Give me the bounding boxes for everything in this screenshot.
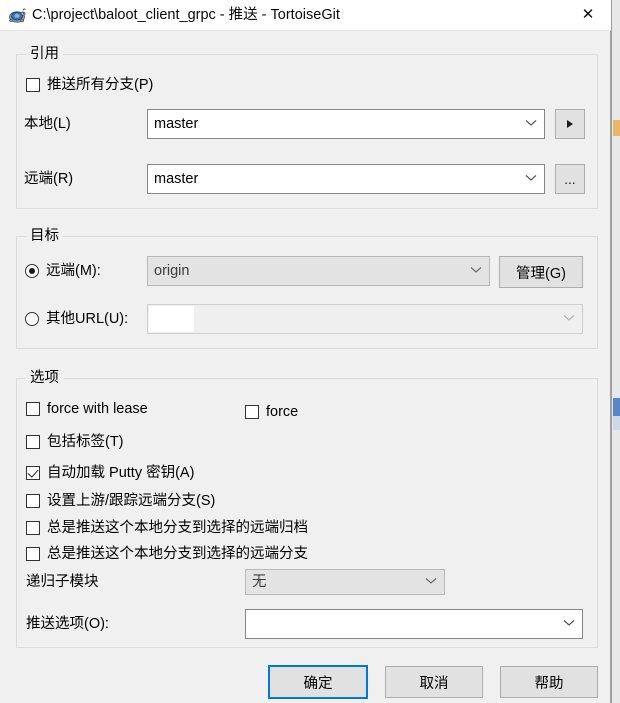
remote-branch-browse-button[interactable]: ... [555,164,585,194]
tortoisegit-turtle-icon [8,6,26,24]
always-push-to-branch-label: 总是推送这个本地分支到选择的远端分支 [47,546,308,562]
always-push-to-archive-checkbox-box [26,521,40,535]
remote-branch-label: 远端(R) [24,171,74,187]
background-sliver-3 [613,416,620,430]
help-button-label: 帮助 [534,675,564,692]
titlebar-divider [0,30,611,31]
chevron-down-icon [463,265,489,277]
remote-branch-value: master [154,171,199,187]
destination-remote-combo[interactable]: origin [147,256,490,286]
always-push-to-branch-checkbox-box [26,547,40,561]
chevron-down-icon [556,313,582,325]
close-icon[interactable]: ✕ [565,0,611,30]
force-checkbox[interactable]: force [245,403,298,421]
background-sliver-2 [613,398,620,416]
background-sliver-1 [613,120,620,136]
push-options-label: 推送选项(O): [26,616,109,632]
push-options-combo[interactable] [245,609,583,639]
autoload-putty-key-checkbox-box [26,466,40,480]
destination-remote-radio[interactable]: 远端(M): [25,262,101,280]
chevron-down-icon [418,576,444,588]
recurse-submodules-label: 递归子模块 [26,574,99,590]
force-checkbox-box [245,405,259,419]
local-branch-value: master [154,116,199,132]
ellipsis-icon: ... [564,171,576,187]
push-dialog-window: C:\project\baloot_client_grpc - 推送 - Tor… [0,0,620,703]
local-branch-combo[interactable]: master [147,109,545,139]
remote-branch-combo[interactable]: master [147,164,545,194]
destination-url-label: 其他URL(U): [46,311,129,327]
cancel-button[interactable]: 取消 [385,666,483,698]
options-group: 选项 [16,369,598,648]
destination-url-edit-area[interactable] [149,306,194,332]
references-group-legend: 引用 [26,45,63,63]
force-with-lease-checkbox[interactable]: force with lease [26,400,148,418]
force-label: force [266,404,299,420]
destination-remote-label: 远端(M): [46,263,101,279]
set-upstream-label: 设置上游/跟踪远端分支(S) [47,493,216,509]
chevron-down-icon [518,118,544,130]
always-push-to-archive-label: 总是推送这个本地分支到选择的远端归档 [47,520,308,536]
local-branch-browse-button[interactable] [555,109,585,139]
window-title: C:\project\baloot_client_grpc - 推送 - Tor… [32,7,340,23]
include-tags-label: 包括标签(T) [47,434,124,450]
dialog-body: C:\project\baloot_client_grpc - 推送 - Tor… [0,0,611,703]
ok-button[interactable]: 确定 [268,665,368,699]
include-tags-checkbox[interactable]: 包括标签(T) [26,433,124,451]
arrow-right-icon [567,120,573,128]
chevron-down-icon [518,173,544,185]
background-window-strip [611,0,620,703]
push-all-branches-label: 推送所有分支(P) [47,77,154,93]
destination-url-radio[interactable]: 其他URL(U): [25,310,128,328]
cancel-button-label: 取消 [419,675,449,692]
always-push-to-branch-checkbox[interactable]: 总是推送这个本地分支到选择的远端分支 [26,545,308,563]
autoload-putty-key-checkbox[interactable]: 自动加载 Putty 密钥(A) [26,464,194,482]
manage-remotes-button[interactable]: 管理(G) [499,256,583,288]
ok-button-label: 确定 [303,675,333,692]
chevron-down-icon [556,618,582,630]
local-branch-label: 本地(L) [24,116,71,132]
set-upstream-checkbox-box [26,494,40,508]
manage-remotes-label: 管理(G) [516,265,566,282]
push-all-branches-checkbox-box [26,78,40,92]
recurse-submodules-combo[interactable]: 无 [245,569,445,595]
recurse-submodules-value: 无 [252,574,267,590]
destination-group-legend: 目标 [26,227,63,245]
options-group-legend: 选项 [26,369,63,387]
destination-remote-radio-box [25,264,39,278]
destination-url-combo[interactable] [147,304,583,334]
help-button[interactable]: 帮助 [500,666,598,698]
force-with-lease-label: force with lease [47,401,148,417]
always-push-to-archive-checkbox[interactable]: 总是推送这个本地分支到选择的远端归档 [26,519,308,537]
title-bar: C:\project\baloot_client_grpc - 推送 - Tor… [0,0,611,30]
autoload-putty-key-label: 自动加载 Putty 密钥(A) [47,465,195,481]
set-upstream-checkbox[interactable]: 设置上游/跟踪远端分支(S) [26,492,215,510]
include-tags-checkbox-box [26,435,40,449]
destination-remote-value: origin [154,263,190,279]
push-all-branches-checkbox[interactable]: 推送所有分支(P) [26,76,153,94]
destination-url-radio-box [25,312,39,326]
force-with-lease-checkbox-box [26,402,40,416]
